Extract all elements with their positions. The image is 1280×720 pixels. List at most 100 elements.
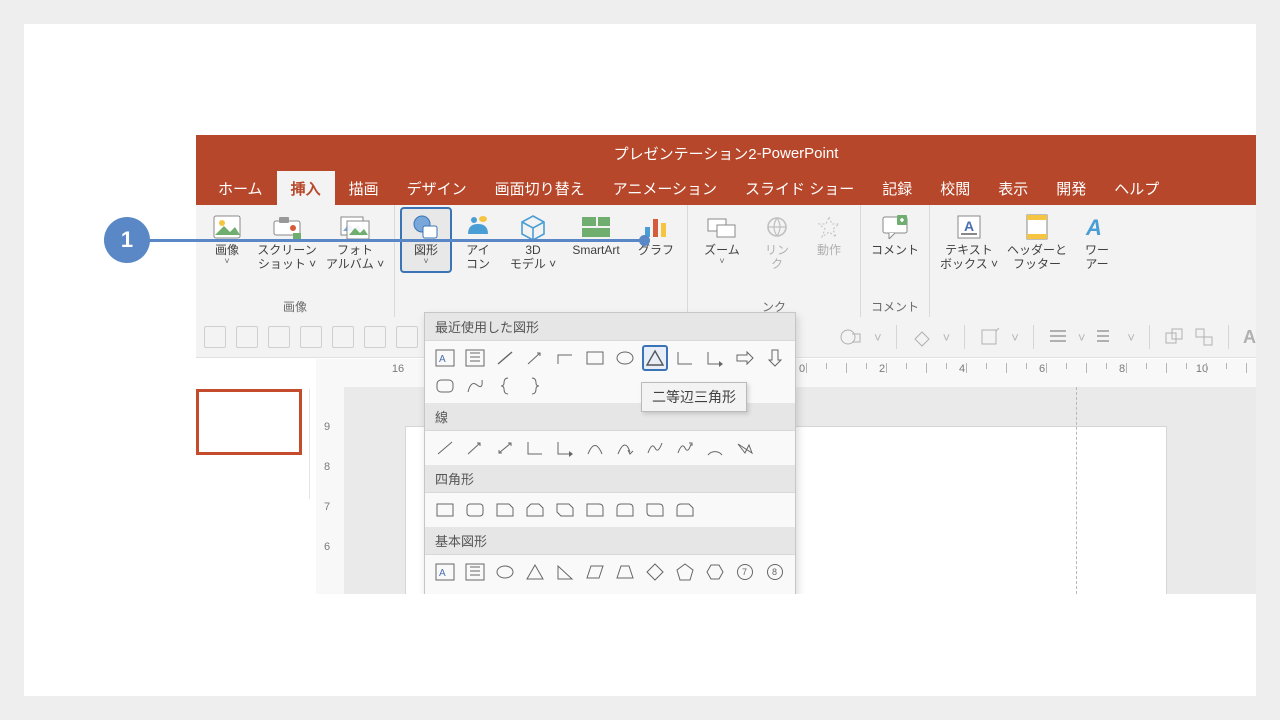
action-button[interactable]: 動作 [804,208,854,272]
tab-developer[interactable]: 開発 [1042,171,1100,205]
tab-home[interactable]: ホーム [204,171,277,205]
tool-placeholder[interactable] [236,326,258,348]
link-icon [761,212,793,242]
fill-icon[interactable] [911,327,933,347]
tab-design[interactable]: デザイン [393,171,481,205]
shapes-dropdown-panel: 最近使用した図形 A 線 [424,312,796,594]
ribbon-group-images: 画像˅ スクリーンショット ˅ フォトアルバム ˅ [196,205,395,317]
basic-pentagon[interactable] [673,560,697,584]
vertical-ruler: 9 8 7 6 [316,387,345,594]
arrange-icon[interactable] [1164,327,1184,347]
tab-review[interactable]: 校閲 [926,171,984,205]
svg-text:A: A [439,568,446,579]
line-elbow-arrow[interactable] [553,436,577,460]
picture-icon [211,212,243,242]
shape-line-arrow[interactable] [523,346,547,370]
line-arc[interactable] [703,436,727,460]
align-icon[interactable] [1048,328,1068,346]
tab-help[interactable]: ヘルプ [1100,171,1173,205]
tool-placeholder[interactable] [268,326,290,348]
line-freeform[interactable] [733,436,757,460]
basic-oval[interactable] [493,560,517,584]
group-icon[interactable] [1194,327,1214,347]
tab-view[interactable]: 表示 [984,171,1042,205]
shape-brace-right[interactable] [523,374,547,398]
rect-diag-snip[interactable] [553,498,577,522]
basic-parallelogram[interactable] [583,560,607,584]
line-s-curve[interactable] [643,436,667,460]
rect-double-snip[interactable] [523,498,547,522]
rect-diag-round[interactable] [643,498,667,522]
basic-trapezoid[interactable] [613,560,637,584]
comment-button[interactable]: コメント [867,208,923,272]
line-elbow[interactable] [523,436,547,460]
shape-elbow-arrow[interactable] [703,346,727,370]
callout-line [144,239,644,242]
window-titlebar: プレゼンテーション2 - PowerPoint [196,135,1256,171]
tool-placeholder[interactable] [364,326,386,348]
lines-icon[interactable] [1095,328,1117,346]
line-curve[interactable] [583,436,607,460]
tab-insert[interactable]: 挿入 [277,171,335,205]
shape-brace-left[interactable] [493,374,517,398]
wordart-button[interactable]: A ワーアー [1072,208,1122,272]
action-icon [813,212,845,242]
zoom-button[interactable]: ズーム˅ [694,208,750,272]
line-curve-arrow[interactable] [613,436,637,460]
shape-isoceles-triangle[interactable] [643,346,667,370]
tab-slideshow[interactable]: スライド ショー [731,171,868,205]
zoom-icon [706,212,738,242]
textbox-button[interactable]: A テキストボックス ˅ [936,208,1002,272]
line-s-curve-arrow[interactable] [673,436,697,460]
shape-arrow-right[interactable] [733,346,757,370]
shape-elbow[interactable] [673,346,697,370]
rect-double-round[interactable] [613,498,637,522]
svg-text:A: A [1085,215,1102,239]
outline-icon[interactable] [979,327,1001,347]
ribbon-group-illustrations: 図形˅ アイコン 3Dモデル ˅ [395,205,688,317]
app-name: PowerPoint [762,145,839,162]
title-separator: - [757,145,762,162]
basic-triangle[interactable] [523,560,547,584]
tool-placeholder[interactable] [204,326,226,348]
group-label-text [1027,301,1030,317]
slide-thumbnail-1[interactable] [196,389,302,455]
shape-palette-icon[interactable] [838,326,864,348]
rect-rounded[interactable] [463,498,487,522]
shape-connector[interactable] [553,346,577,370]
rect-plain[interactable] [433,498,457,522]
basic-textbox-v[interactable] [463,560,487,584]
shape-oval[interactable] [613,346,637,370]
rect-single-round[interactable] [583,498,607,522]
basic-hexagon[interactable] [703,560,727,584]
shape-rounded-rect2[interactable] [433,374,457,398]
basic-diamond[interactable] [643,560,667,584]
tab-transition[interactable]: 画面切り替え [481,171,599,205]
shape-arrow-down[interactable] [763,346,787,370]
tab-draw[interactable]: 描画 [335,171,393,205]
shape-textbox[interactable]: A [433,346,457,370]
line-straight[interactable] [433,436,457,460]
wordart-icon: A [1081,212,1113,242]
shape-line[interactable] [493,346,517,370]
basic-textbox[interactable]: A [433,560,457,584]
header-footer-button[interactable]: ヘッダーとフッター [1004,208,1070,272]
line-arrow[interactable] [463,436,487,460]
link-button[interactable]: リンク [752,208,802,272]
basic-octagon[interactable]: 8 [763,560,787,584]
tab-record[interactable]: 記録 [868,171,926,205]
shape-freeform[interactable] [463,374,487,398]
tool-placeholder[interactable] [300,326,322,348]
screenshot-icon [271,212,303,242]
rect-round-snip[interactable] [673,498,697,522]
basic-right-triangle[interactable] [553,560,577,584]
tool-placeholder[interactable] [396,326,418,348]
basic-heptagon[interactable]: 7 [733,560,757,584]
shape-tooltip: 二等辺三角形 [641,382,747,412]
shape-rect[interactable] [583,346,607,370]
tab-animation[interactable]: アニメーション [599,171,731,205]
rect-single-snip[interactable] [493,498,517,522]
tool-placeholder[interactable] [332,326,354,348]
shape-textbox-vertical[interactable] [463,346,487,370]
line-double-arrow[interactable] [493,436,517,460]
